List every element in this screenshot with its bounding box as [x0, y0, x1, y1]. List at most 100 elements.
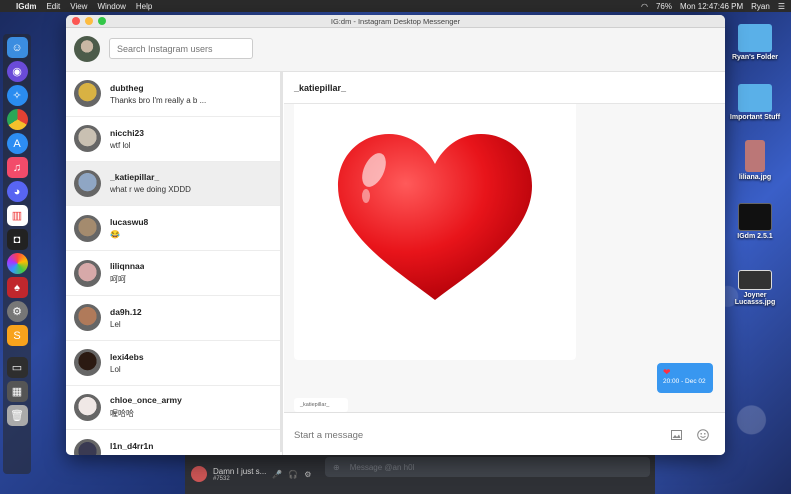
- conversation-item[interactable]: chloe_once_army 喔哈哈: [66, 386, 282, 431]
- conversation-item[interactable]: dubtheg Thanks bro I'm really a b ...: [66, 72, 282, 117]
- menu-bar: IGdm Edit View Window Help ◠ 76% Mon 12:…: [0, 0, 791, 12]
- image-thumbnail: [738, 270, 772, 290]
- conversation-name: l1n_d4rr1n: [110, 441, 154, 452]
- conversation-name: liliqnnaa: [110, 261, 145, 272]
- image-message[interactable]: [294, 104, 576, 360]
- menu-help[interactable]: Help: [136, 2, 152, 11]
- music-icon[interactable]: ♫: [6, 157, 28, 178]
- search-input[interactable]: [109, 38, 253, 59]
- conversation-name: da9h.12: [110, 306, 142, 317]
- conversation-preview: 😂: [110, 230, 120, 240]
- conversation-name: lexi4ebs: [110, 351, 144, 362]
- heart-image: [338, 134, 532, 300]
- message-input[interactable]: [294, 425, 634, 445]
- game-icon[interactable]: ♠: [6, 277, 28, 298]
- chat-header: _katiepillar_: [284, 72, 725, 104]
- clock[interactable]: Mon 12:47:46 PM: [680, 2, 743, 11]
- user-avatar[interactable]: [191, 466, 207, 482]
- conversation-preview: 呵呵: [110, 275, 126, 285]
- scrollbar[interactable]: [280, 72, 283, 452]
- sender-tag: _katiepillar_: [294, 398, 348, 412]
- conversation-item[interactable]: l1n_d4rr1n Media message: [66, 430, 282, 455]
- conversation-name: dubtheg: [110, 82, 144, 93]
- title-bar: IG:dm - Instagram Desktop Messenger: [66, 15, 725, 28]
- desktop-folder-ryans[interactable]: Ryan's Folder: [727, 24, 783, 61]
- conversation-item[interactable]: _katiepillar_ what r we doing XDDD: [66, 161, 282, 207]
- desktop-label: IGdm 2.5.1: [737, 233, 773, 240]
- desktop-label: Ryan's Folder: [731, 54, 778, 61]
- popcorn-icon[interactable]: ▥: [6, 205, 28, 226]
- headphones-icon[interactable]: 🎧: [288, 470, 298, 479]
- window-title: IG:dm - Instagram Desktop Messenger: [330, 16, 461, 26]
- conversation-item[interactable]: liliqnnaa 呵呵: [66, 251, 282, 296]
- igdm-window: IG:dm - Instagram Desktop Messenger dubt…: [66, 15, 725, 455]
- list-icon[interactable]: ☰: [778, 2, 785, 11]
- conversation-avatar: [74, 349, 101, 377]
- chrome-icon[interactable]: [6, 109, 28, 130]
- discord-message-input[interactable]: ⊕ Message @an h0l: [325, 457, 650, 477]
- desktop-file-joyner[interactable]: Joyner Lucasss.jpg: [727, 270, 783, 306]
- gear-icon[interactable]: ⚙: [304, 470, 311, 479]
- camera-icon[interactable]: ◘: [6, 229, 28, 250]
- screenshot-icon[interactable]: ▭: [6, 357, 28, 378]
- conversation-avatar: [74, 80, 101, 108]
- user-name[interactable]: Ryan: [751, 2, 770, 11]
- discord-icon[interactable]: ◕: [6, 181, 28, 202]
- conversation-name: lucaswu8: [110, 217, 149, 228]
- conversation-avatar: [74, 214, 101, 242]
- menu-edit[interactable]: Edit: [46, 2, 60, 11]
- siri-icon[interactable]: ◉: [6, 61, 28, 82]
- desktop-app-igdm[interactable]: IGdm 2.5.1: [727, 203, 783, 240]
- image-thumbnail: [745, 140, 765, 172]
- menu-window[interactable]: Window: [97, 2, 125, 11]
- igdm-app-icon: [738, 203, 772, 231]
- conversation-name: _katiepillar_: [110, 172, 160, 183]
- safari-icon[interactable]: ✧: [6, 85, 28, 106]
- photos-icon[interactable]: [6, 253, 28, 274]
- menu-app-name[interactable]: IGdm: [16, 2, 36, 11]
- conversation-preview: Lol: [110, 364, 121, 374]
- conversation-item[interactable]: nicchi23 wtf lol: [66, 117, 282, 162]
- system-preferences-icon[interactable]: ⚙: [6, 301, 28, 322]
- folder-icon: [738, 24, 772, 52]
- wifi-icon[interactable]: ◠: [641, 2, 648, 11]
- compose-bar: [284, 412, 725, 455]
- menu-view[interactable]: View: [70, 2, 87, 11]
- desktop-label: Joyner Lucasss.jpg: [734, 292, 776, 306]
- conversation-preview: Media message: [110, 454, 166, 455]
- conversation-avatar: [74, 259, 101, 287]
- sent-message-bubble[interactable]: ❤ 20:00 - Dec 02: [657, 363, 713, 393]
- profile-avatar[interactable]: [74, 36, 100, 62]
- sublime-icon[interactable]: S: [6, 325, 28, 346]
- conversation-item[interactable]: lexi4ebs Lol: [66, 341, 282, 386]
- desktop-label: liliana.jpg: [738, 174, 772, 181]
- conversation-item[interactable]: da9h.12 Lel: [66, 296, 282, 341]
- discord-status: Damn I just s...: [213, 466, 267, 476]
- conversation-preview: wtf lol: [110, 140, 131, 150]
- discord-tag: #7532: [213, 475, 230, 482]
- mic-icon[interactable]: 🎤: [272, 470, 282, 479]
- battery-percent[interactable]: 76%: [656, 2, 672, 11]
- desktop-folder-important[interactable]: Important Stuff: [727, 84, 783, 121]
- conversation-item[interactable]: lucaswu8 😂: [66, 206, 282, 252]
- conversation-preview: Lel: [110, 319, 121, 329]
- emoji-icon[interactable]: [696, 428, 709, 441]
- conversation-avatar: [74, 393, 101, 421]
- folder-stack-icon[interactable]: ▦: [6, 381, 28, 402]
- image-upload-icon[interactable]: [670, 428, 683, 441]
- dock: ☺ ◉ ✧ A ♫ ◕ ▥ ◘ ♠ ⚙ S ▭ ▦ 🗑: [3, 34, 31, 474]
- conversation-avatar: [74, 169, 101, 197]
- conversation-name: nicchi23: [110, 127, 145, 138]
- conversation-avatar: [74, 438, 101, 455]
- desktop-label: Important Stuff: [729, 114, 781, 121]
- conversation-list: dubtheg Thanks bro I'm really a b ... nicc…: [66, 72, 283, 455]
- desktop-file-liliana[interactable]: liliana.jpg: [727, 140, 783, 181]
- conversation-preview: Thanks bro I'm really a b ...: [110, 95, 207, 105]
- trash-icon[interactable]: 🗑: [6, 405, 28, 426]
- conversation-avatar: [74, 125, 101, 153]
- finder-icon[interactable]: ☺: [6, 37, 28, 58]
- top-bar: [66, 28, 725, 72]
- app-store-icon[interactable]: A: [6, 133, 28, 154]
- folder-icon: [738, 84, 772, 112]
- add-icon[interactable]: ⊕: [333, 463, 340, 472]
